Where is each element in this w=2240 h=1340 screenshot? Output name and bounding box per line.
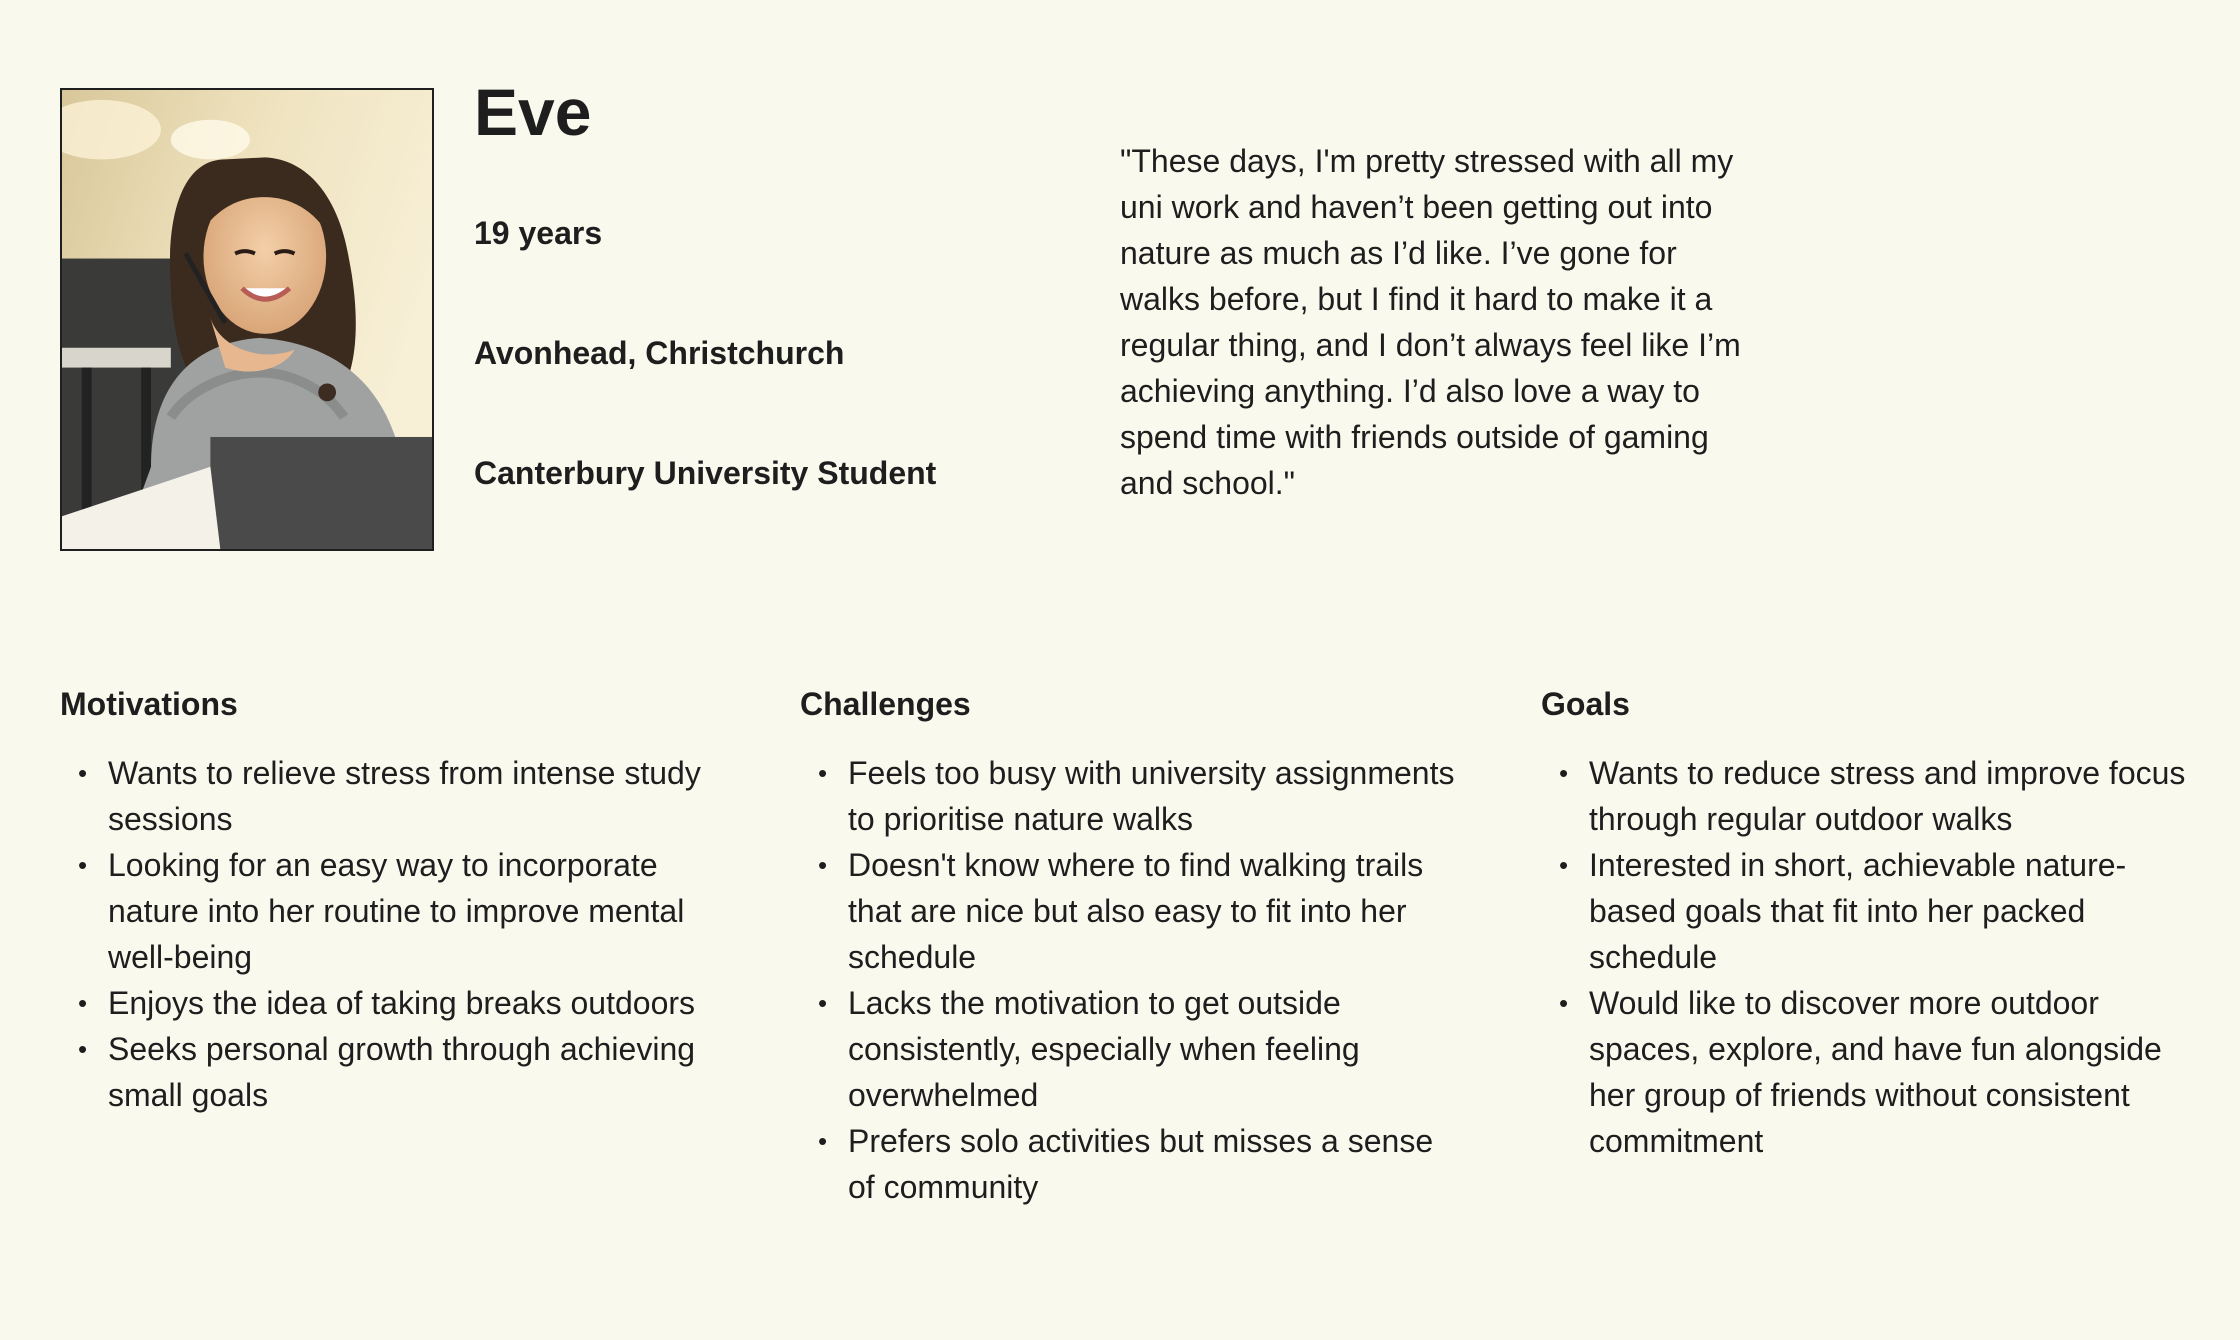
list-item: Doesn't know where to find walking trail… — [818, 842, 1460, 980]
list-item: Seeks personal growth through achieving … — [78, 1026, 720, 1118]
challenges-list: Feels too busy with university assignmen… — [800, 750, 1460, 1210]
motivations-heading: Motivations — [60, 686, 238, 722]
list-item: Looking for an easy way to incorporate n… — [78, 842, 720, 980]
list-item: Interested in short, achievable nature-b… — [1559, 842, 2201, 980]
persona-age: 19 years — [474, 215, 603, 251]
goals-heading: Goals — [1541, 686, 1630, 722]
list-item: Enjoys the idea of taking breaks outdoor… — [78, 980, 720, 1026]
goals-section: Goals Wants to reduce stress and improve… — [1541, 684, 2201, 1164]
persona-location: Avonhead, Christchurch — [474, 335, 845, 371]
persona-quote: "These days, I'm pretty stressed with al… — [1120, 143, 1741, 501]
motivations-section: Motivations Wants to relieve stress from… — [60, 684, 720, 1118]
list-item: Would like to discover more outdoor spac… — [1559, 980, 2201, 1164]
persona-photo-illustration — [62, 90, 432, 549]
list-item: Wants to relieve stress from intense stu… — [78, 750, 720, 842]
persona-photo — [60, 88, 434, 551]
list-item: Feels too busy with university assignmen… — [818, 750, 1460, 842]
motivations-list: Wants to relieve stress from intense stu… — [60, 750, 720, 1118]
list-item: Prefers solo activities but misses a sen… — [818, 1118, 1460, 1210]
challenges-heading: Challenges — [800, 686, 971, 722]
persona-occupation: Canterbury University Student — [474, 455, 937, 491]
list-item: Lacks the motivation to get outside cons… — [818, 980, 1460, 1118]
list-item: Wants to reduce stress and improve focus… — [1559, 750, 2201, 842]
persona-name: Eve — [474, 75, 592, 149]
goals-list: Wants to reduce stress and improve focus… — [1541, 750, 2201, 1164]
challenges-section: Challenges Feels too busy with universit… — [800, 684, 1460, 1210]
